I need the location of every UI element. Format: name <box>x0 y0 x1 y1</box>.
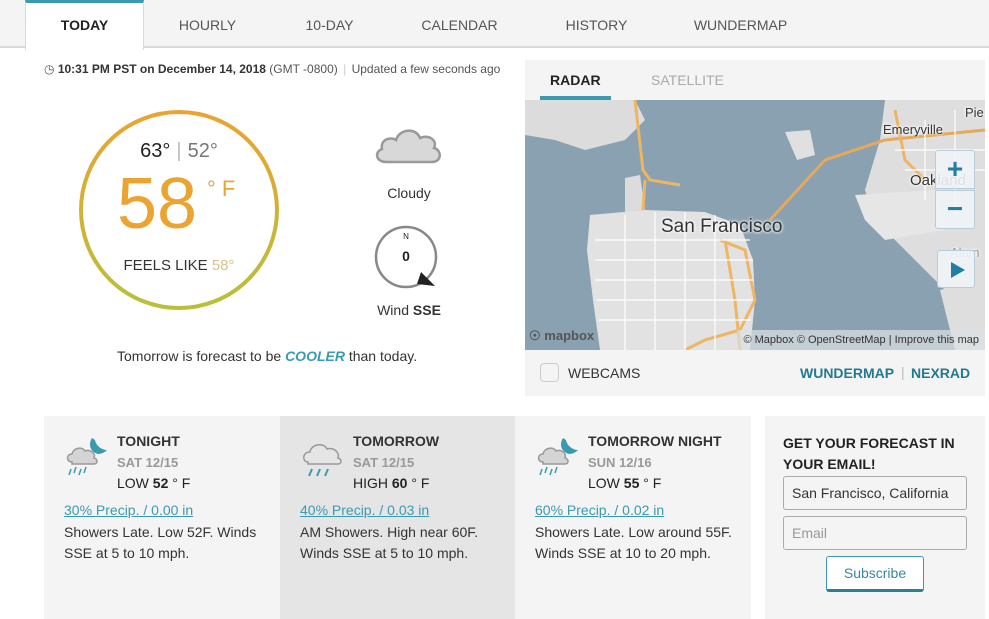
mapbox-logo-text: mapbox <box>544 328 595 343</box>
map-tab-radar[interactable]: RADAR <box>550 72 601 88</box>
tab-hourly[interactable]: HOURLY <box>150 0 265 48</box>
night-showers-icon <box>66 438 107 476</box>
note-suffix: than today. <box>348 348 418 364</box>
tab-10-day[interactable]: 10-DAY <box>272 0 387 48</box>
webcams-checkbox[interactable] <box>540 363 559 382</box>
map-panel: RADAR SATELLITE San Francisco Emeryville… <box>525 60 985 396</box>
forecast-card-tomorrow-night: TOMORROW NIGHT SUN 12/16 LOW 55 ° F 60% … <box>515 416 751 619</box>
card-date: SAT 12/15 <box>117 455 179 470</box>
high-low: 63° | 52° <box>140 140 218 162</box>
wind-dir-value: SSE <box>412 302 441 318</box>
radar-map[interactable]: San Francisco Emeryville Pie Oakland Ala… <box>525 100 985 350</box>
card-temp: LOW 55 ° F <box>588 475 661 491</box>
play-icon <box>951 262 965 278</box>
card-description: Showers Late. Low 52F. Winds SSE at 5 to… <box>64 524 257 561</box>
card-date: SUN 12/16 <box>588 455 652 470</box>
subscribe-button[interactable]: Subscribe <box>826 556 924 592</box>
observation-timestamp: ◷ 10:31 PM PST on December 14, 2018 (GMT… <box>44 62 500 76</box>
email-signup-heading: GET YOUR FORECAST IN YOUR EMAIL! <box>783 435 955 472</box>
precip-link[interactable]: 40% Precip. / 0.03 in <box>300 502 429 518</box>
temp-value: 52 <box>152 475 169 491</box>
condition-label: Cloudy <box>387 185 431 201</box>
current-temp: 58 <box>117 164 198 244</box>
wind-compass: N 0 <box>373 224 439 290</box>
card-title: TONIGHT <box>117 433 180 449</box>
temp-unit: ° F <box>411 475 430 491</box>
map-tab-satellite[interactable]: SATELLITE <box>651 72 724 88</box>
email-input[interactable] <box>783 516 967 550</box>
temp-unit: ° F <box>207 176 236 201</box>
tomorrow-comparison: Tomorrow is forecast to be COOLER than t… <box>117 348 417 364</box>
wundermap-link[interactable]: WUNDERMAP <box>800 365 894 381</box>
tab-history[interactable]: HISTORY <box>539 0 654 48</box>
mapbox-logo[interactable]: ☉ mapbox <box>529 328 594 344</box>
feels-like-value: 58° <box>211 257 235 274</box>
compass-north: N <box>403 232 409 241</box>
zoom-in-button[interactable]: + <box>935 150 975 189</box>
wind-direction: Wind SSE <box>350 302 468 318</box>
feels-like: FEELS LIKE 58° <box>77 257 281 274</box>
nav-tabs: TODAY HOURLY 10-DAY CALENDAR HISTORY WUN… <box>0 0 989 50</box>
card-date: SAT 12/15 <box>353 455 415 470</box>
temp-label: LOW <box>588 475 620 491</box>
card-temp: HIGH 60 ° F <box>353 475 429 491</box>
gmt-offset: (GMT -0800) <box>269 62 338 76</box>
temp-value: 60 <box>391 475 408 491</box>
card-title: TOMORROW NIGHT <box>588 433 722 449</box>
night-showers-icon <box>537 438 578 476</box>
tab-today[interactable]: TODAY <box>25 0 144 50</box>
temperature-gauge: 63° | 52° 58 ° F FEELS LIKE 58° <box>77 108 281 312</box>
zoom-out-button[interactable]: − <box>935 190 975 229</box>
feels-like-label: FEELS LIKE <box>123 257 208 274</box>
map-label-emeryville: Emeryville <box>883 122 943 137</box>
nexrad-link[interactable]: NEXRAD <box>911 365 970 381</box>
forecast-card-tonight: TONIGHT SAT 12/15 LOW 52 ° F 30% Precip.… <box>44 416 280 619</box>
wind-label: Wind <box>377 302 409 318</box>
high-temp: 63° <box>140 140 171 162</box>
wind-speed: 0 <box>402 248 410 264</box>
email-signup: GET YOUR FORECAST IN YOUR EMAIL! Subscri… <box>765 416 985 619</box>
tab-wundermap[interactable]: WUNDERMAP <box>683 0 798 48</box>
map-label-piedmont: Pie <box>965 105 984 120</box>
forecast-card-tomorrow: TOMORROW SAT 12/15 HIGH 60 ° F 40% Preci… <box>280 416 515 619</box>
card-title: TOMORROW <box>353 433 440 449</box>
card-description: Showers Late. Low around 55F. Winds SSE … <box>535 524 732 561</box>
temp-label: HIGH <box>353 475 388 491</box>
precip-link[interactable]: 30% Precip. / 0.00 in <box>64 502 193 518</box>
clock-icon: ◷ <box>44 62 55 76</box>
low-temp: 52° <box>187 140 218 162</box>
map-label-san-francisco: San Francisco <box>661 216 783 237</box>
updated-text: Updated a few seconds ago <box>351 62 501 76</box>
observation-time: 10:31 PM PST on December 14, 2018 <box>57 62 266 76</box>
rain-icon <box>303 444 342 477</box>
card-description: AM Showers. High near 60F. Winds SSE at … <box>300 524 479 561</box>
separator: | <box>343 62 347 76</box>
location-input[interactable] <box>783 476 967 510</box>
temp-unit: ° F <box>643 475 662 491</box>
precip-link[interactable]: 60% Precip. / 0.02 in <box>535 502 664 518</box>
temp-label: LOW <box>117 475 149 491</box>
temp-unit: ° F <box>172 475 191 491</box>
play-animation-button[interactable] <box>937 250 975 288</box>
link-separator: | <box>901 364 905 380</box>
card-temp: LOW 52 ° F <box>117 475 190 491</box>
cloud-icon <box>375 129 441 164</box>
note-prefix: Tomorrow is forecast to be <box>117 348 282 364</box>
webcams-label: WEBCAMS <box>568 365 641 381</box>
map-attribution[interactable]: © Mapbox © OpenStreetMap | Improve this … <box>737 330 985 350</box>
temp-value: 55 <box>623 475 640 491</box>
tab-calendar[interactable]: CALENDAR <box>402 0 517 48</box>
note-emphasis: COOLER <box>285 348 345 364</box>
